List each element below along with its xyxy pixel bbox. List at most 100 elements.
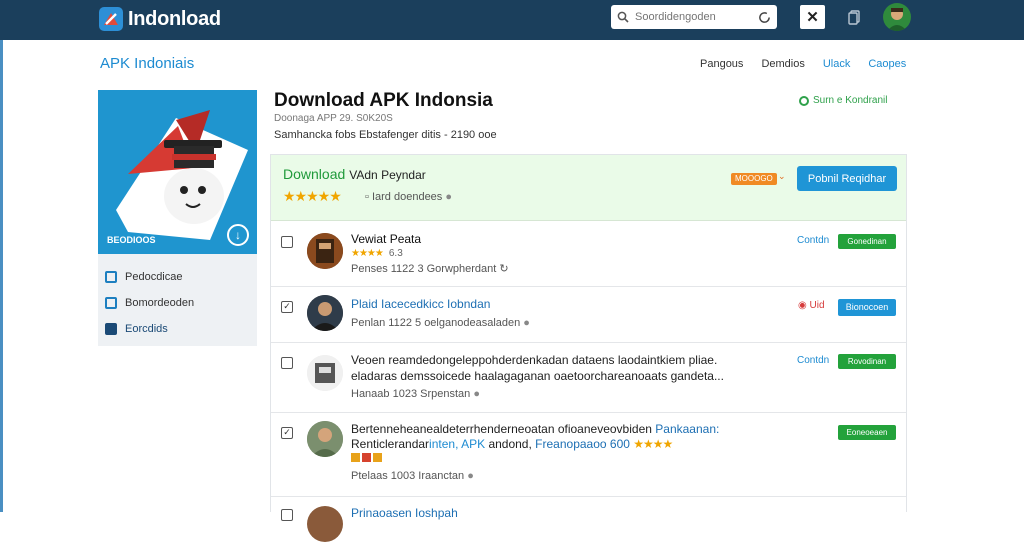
square-icon <box>105 297 117 309</box>
row-title[interactable]: Plaid Iacecedkicc Iobndan <box>351 297 490 311</box>
row-action-pill[interactable]: Bionocoen <box>838 299 896 316</box>
row-title[interactable]: Prinaoasen Ioshpah <box>351 506 458 520</box>
list-item: Prinaoasen Ioshpah <box>271 497 906 542</box>
row-rating-value: 6.3 <box>388 248 403 259</box>
avatar-face-icon <box>887 8 907 31</box>
chevron-down-icon[interactable]: ⌄ <box>778 171 786 182</box>
featured-rating-stars: ★★★★★ <box>283 188 342 204</box>
record-icon: ◉ <box>798 300 807 311</box>
row-meta-text: Ptelaas 1003 Iraanctan <box>351 470 465 482</box>
badge-icon <box>362 453 371 462</box>
featured-badge: MOOOGO <box>731 173 777 185</box>
sidebar-item-1[interactable]: Pedocdicae <box>98 264 257 290</box>
row-text-part: Renticlerandar <box>351 437 430 451</box>
row-meta: Penlan 1122 5 oelganodeasaladen ● <box>351 317 530 329</box>
avatar-image-icon <box>307 233 343 269</box>
hero-badge: BEODIOOS <box>107 235 156 245</box>
row-description-line-1: Bertenneheanealdeterrhenderneoatan ofioa… <box>351 422 719 436</box>
download-icon[interactable]: ↓ <box>227 224 249 246</box>
row-checkbox[interactable] <box>281 509 293 521</box>
close-button[interactable]: ✕ <box>800 5 825 29</box>
row-link[interactable]: Contdn <box>797 355 829 366</box>
row-meta: Ptelaas 1003 Iraanctan ● <box>351 470 474 482</box>
row-status-pill[interactable]: Rovodinan <box>838 354 896 369</box>
row-checkbox[interactable]: ✓ <box>281 301 293 313</box>
nav-item-demdios[interactable]: Demdios <box>761 58 804 70</box>
row-link[interactable]: ◉ Uid <box>798 300 825 311</box>
row-status-pill[interactable]: Gonedinan <box>838 234 896 249</box>
row-description-line-1: Veoen reamdedongeleppohderdenkadan datae… <box>351 353 718 367</box>
featured-title-suffix: VAdn Peyndar <box>349 168 426 182</box>
page-title: Download APK Indonsia <box>274 90 493 111</box>
row-description-line-2: Renticlerandarinten, APK andond, Freanop… <box>351 437 673 451</box>
featured-title-main: Download <box>283 166 346 182</box>
info-icon: ● <box>473 388 480 400</box>
nav-item-pangous[interactable]: Pangous <box>700 58 743 70</box>
copy-icon[interactable] <box>846 8 864 26</box>
avatar-image-icon <box>307 355 343 391</box>
circle-icon <box>799 95 809 106</box>
badge-icon <box>373 453 382 462</box>
row-stars: ★★★★ <box>633 437 673 451</box>
featured-action-button[interactable]: Pobnil Reqidhar <box>797 166 897 191</box>
site-logo[interactable]: Indonload <box>98 6 221 32</box>
sidebar-item-label: Bomordeoden <box>125 297 195 309</box>
list-item: Vewiat Peata ★★★★ 6.3 Penses 1122 3 Gorwp… <box>271 221 906 287</box>
search-input[interactable] <box>635 11 755 23</box>
row-text-highlight[interactable]: Freanopaaoo 600 <box>535 437 630 451</box>
filled-square-icon <box>105 323 117 335</box>
row-checkbox[interactable] <box>281 357 293 369</box>
kondranil-link-label: Surn e Kondranil <box>813 95 888 106</box>
row-text-part: andond, <box>488 437 532 451</box>
page-meta: Samhancka fobs Ebstafenger ditis - 2190 … <box>274 129 497 141</box>
download-panel: Download VAdn Peyndar ★★★★★ ▫ Iard doende… <box>270 154 907 542</box>
badge-icon <box>351 453 360 462</box>
refresh-icon[interactable] <box>758 11 771 24</box>
avatar-person-icon <box>307 421 343 457</box>
left-accent-strip <box>0 40 3 512</box>
app-hero-image[interactable]: BEODIOOS ↓ <box>98 90 257 254</box>
top-bar: Indonload ✕ <box>0 0 1024 40</box>
row-meta-text: Penses 1122 3 Gorwpherdant <box>351 263 497 275</box>
sidebar-item-3[interactable]: Eorcdids <box>98 316 257 342</box>
row-avatar <box>307 355 343 391</box>
row-meta-text: Hanaab 1023 Srpenstan <box>351 388 471 400</box>
featured-meta-text: Iard doendees <box>371 191 443 203</box>
folder-icon <box>105 271 117 283</box>
row-avatar <box>307 421 343 457</box>
row-title[interactable]: Vewiat Peata <box>351 232 421 246</box>
site-name[interactable]: APK Indoniais <box>100 55 194 72</box>
row-text-highlight[interactable]: inten, APK <box>429 437 485 451</box>
row-link[interactable]: Contdn <box>797 235 829 246</box>
avatar-person-icon <box>307 295 343 331</box>
nav-item-ulack[interactable]: Ulack <box>823 58 851 70</box>
row-checkbox[interactable]: ✓ <box>281 427 293 439</box>
featured-title: Download VAdn Peyndar <box>283 166 426 182</box>
sidebar-item-2[interactable]: Bomordeoden <box>98 290 257 316</box>
search-icon <box>617 11 629 23</box>
lock-icon: ▫ <box>365 191 369 203</box>
sidebar-menu: Pedocdicae Bomordeoden Eorcdids <box>98 254 257 346</box>
row-avatar <box>307 233 343 269</box>
list-item: Veoen reamdedongeleppohderdenkadan datae… <box>271 343 906 413</box>
logo-text: Indonload <box>128 7 221 30</box>
row-description-line-2: eladaras demssoicede haalagaganan oaetoo… <box>351 369 724 383</box>
nav-item-caopes[interactable]: Caopes <box>868 58 906 70</box>
row-rating: ★★★★ 6.3 <box>351 247 403 259</box>
info-icon: ● <box>467 470 474 482</box>
page-subtitle: Doonaga APP 29. S0K20S <box>274 113 393 124</box>
row-checkbox[interactable] <box>281 236 293 248</box>
row-status-pill[interactable]: Eoneoeaen <box>838 425 896 440</box>
kondranil-link[interactable]: Surn e Kondranil <box>799 95 888 106</box>
row-text-highlight[interactable]: Pankaanan: <box>655 422 719 436</box>
row-avatar <box>307 506 343 542</box>
featured-meta: ▫ Iard doendees ● <box>365 191 452 203</box>
list-item: ✓ Plaid Iacecedkicc Iobndan Penlan 1122 … <box>271 287 906 343</box>
row-avatar <box>307 295 343 331</box>
search-box[interactable] <box>611 5 777 29</box>
info-icon: ● <box>445 191 453 203</box>
user-avatar[interactable] <box>883 3 911 31</box>
info-icon: ● <box>523 317 530 329</box>
row-meta-text: Penlan 1122 5 oelganodeasaladen <box>351 317 521 329</box>
row-meta: Penses 1122 3 Gorwpherdant ↻ <box>351 262 509 275</box>
